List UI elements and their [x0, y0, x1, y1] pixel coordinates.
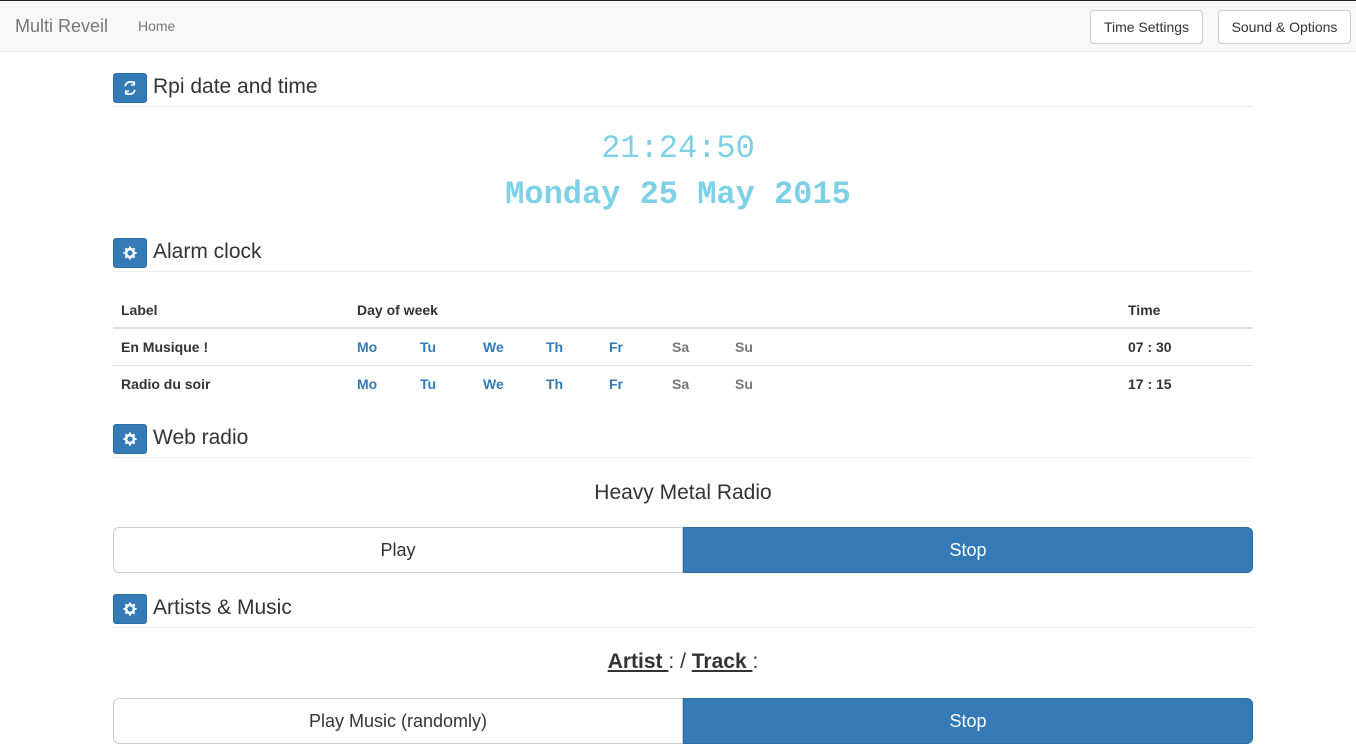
clock-date: Monday 25 May 2015: [505, 176, 851, 213]
refresh-button[interactable]: [113, 73, 147, 103]
music-title: Artists & Music: [153, 596, 292, 619]
day-we: We: [483, 375, 504, 392]
day-fr: Fr: [609, 338, 623, 355]
alarm-time: 07 : 30: [1128, 338, 1172, 355]
refresh-icon: [124, 81, 136, 95]
day-sa: Sa: [672, 338, 690, 355]
alarm-table: Label Day of week Time En Musique ! Mo T…: [113, 292, 1253, 402]
alarm-settings-button[interactable]: [113, 238, 147, 268]
radio-title: Web radio: [153, 426, 249, 449]
alarm-time: 17 : 15: [1120, 364, 1253, 402]
table-row[interactable]: Radio du soir Mo Tu We Th Fr Sa Su 17 : …: [113, 364, 1253, 402]
day-sa: Sa: [672, 375, 690, 392]
music-section-header: Artists & Music: [113, 594, 1253, 628]
gear-icon: [123, 432, 137, 446]
alarm-label: En Musique !: [121, 338, 209, 355]
col-spacer: [854, 292, 1120, 329]
alarm-label: Radio du soir: [113, 364, 349, 402]
col-day-of-week: Day of week: [349, 292, 854, 329]
day-fr: Fr: [609, 375, 623, 392]
gear-icon: [123, 246, 137, 260]
alarm-section-header: Alarm clock: [113, 238, 1253, 272]
datetime-title: Rpi date and time: [153, 75, 318, 98]
artist-separator: :: [668, 650, 675, 673]
sound-options-button[interactable]: Sound & Options: [1218, 10, 1351, 44]
day-su: Su: [735, 338, 753, 355]
alarm-spacer: [854, 364, 1120, 402]
clock-time: 21:24:50: [601, 130, 755, 167]
datetime-section-header: Rpi date and time: [113, 73, 1253, 107]
day-tu: Tu: [420, 338, 437, 355]
day-we: We: [483, 338, 504, 355]
navbar: Multi Reveil Home Time Settings Sound & …: [0, 0, 1356, 52]
radio-stop-button[interactable]: Stop: [683, 527, 1253, 573]
gear-icon: [123, 602, 137, 616]
alarm-spacer: [854, 328, 1120, 365]
track-separator: :: [752, 650, 759, 673]
day-th: Th: [546, 375, 564, 392]
alarm-days: Mo Tu We Th Fr Sa Su: [349, 364, 854, 402]
alarm-table-header: Label Day of week Time: [113, 292, 1253, 329]
music-settings-button[interactable]: [113, 594, 147, 624]
radio-play-button[interactable]: Play: [113, 527, 683, 573]
col-time: Time: [1120, 292, 1253, 329]
table-row[interactable]: En Musique ! Mo Tu We Th Fr Sa Su 07 : 3…: [113, 328, 1253, 365]
music-play-random-button[interactable]: Play Music (randomly): [113, 698, 683, 744]
day-mo: Mo: [357, 375, 378, 392]
radio-section-header: Web radio: [113, 424, 1253, 458]
alarm-title: Alarm clock: [153, 240, 262, 263]
artist-label: Artist: [607, 650, 669, 673]
music-button-group: Play Music (randomly) Stop: [113, 698, 1253, 744]
artist-track-slash: /: [680, 650, 686, 673]
col-label: Label: [113, 292, 349, 329]
brand-link[interactable]: Multi Reveil: [15, 16, 108, 37]
day-mo: Mo: [357, 338, 378, 355]
music-stop-button[interactable]: Stop: [683, 698, 1253, 744]
day-tu: Tu: [420, 375, 437, 392]
radio-button-group: Play Stop: [113, 527, 1253, 573]
day-th: Th: [546, 338, 564, 355]
nav-home-link[interactable]: Home: [138, 18, 175, 34]
track-label: Track: [691, 650, 753, 673]
alarm-days: Mo Tu We Th Fr Sa Su: [349, 328, 854, 365]
now-playing: Artist : / Track :: [113, 650, 1253, 674]
radio-settings-button[interactable]: [113, 424, 147, 454]
time-settings-button[interactable]: Time Settings: [1090, 10, 1203, 44]
day-su: Su: [735, 375, 753, 392]
radio-station-name: Heavy Metal Radio: [594, 481, 772, 504]
